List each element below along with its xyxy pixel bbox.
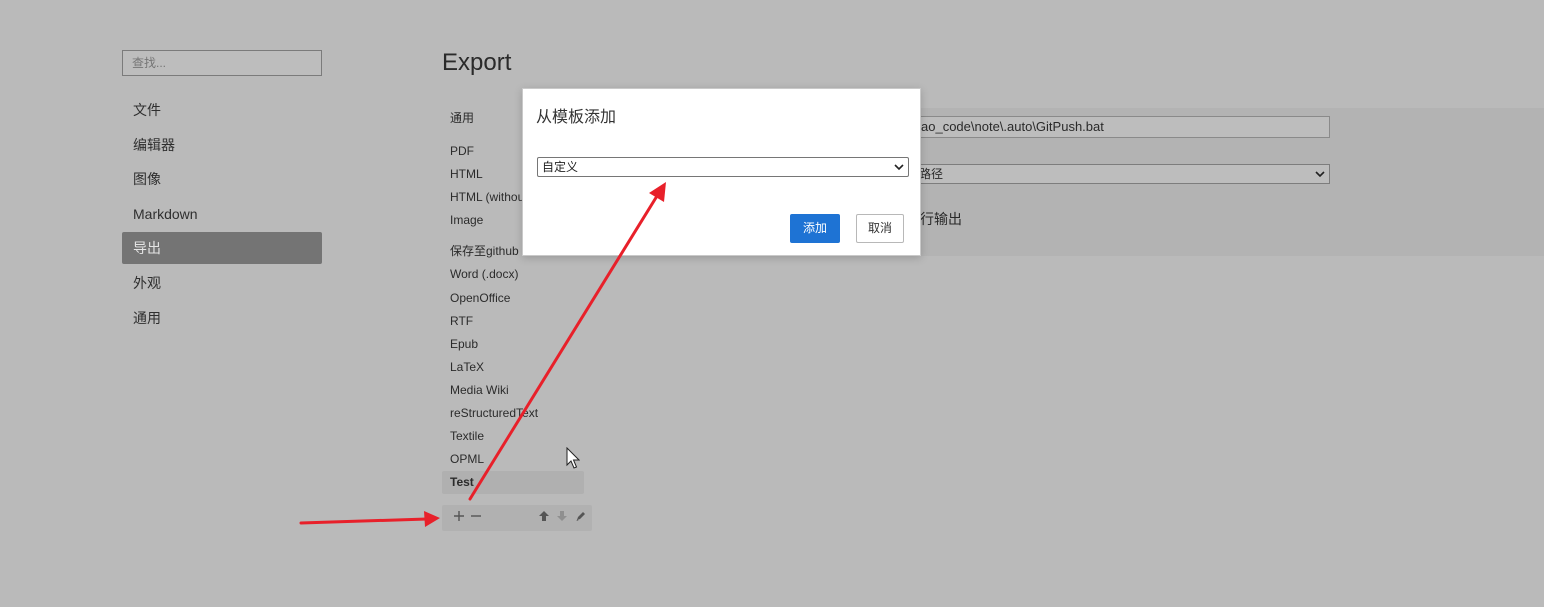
export-item-textile[interactable]: Textile (442, 425, 584, 448)
arrow-up-icon[interactable] (535, 508, 553, 528)
pencil-icon[interactable] (572, 508, 590, 528)
sidebar-item-general[interactable]: 通用 (122, 302, 322, 334)
page-title: Export (442, 49, 512, 76)
minus-icon[interactable] (467, 508, 485, 528)
detail-select-value: 路径 (919, 167, 944, 181)
template-select[interactable]: 自定义 (537, 157, 909, 177)
sidebar-item-file[interactable]: 文件 (122, 94, 322, 126)
export-item-rtf[interactable]: RTF (442, 310, 584, 333)
export-item-latex[interactable]: LaTeX (442, 356, 584, 379)
mouse-cursor-icon (566, 447, 580, 469)
arrow-down-icon[interactable] (553, 508, 571, 528)
export-item-mediawiki[interactable]: Media Wiki (442, 379, 584, 402)
command-path-field[interactable]: ao_code\note\.auto\GitPush.bat (912, 116, 1330, 138)
chevron-down-icon (894, 164, 904, 171)
export-item-test[interactable]: Test (442, 471, 584, 495)
output-option-label: 行输出 (920, 211, 962, 227)
export-item-opml[interactable]: OPML (442, 448, 584, 471)
dialog-title: 从模板添加 (536, 109, 617, 126)
export-list-toolbar (442, 505, 592, 531)
sidebar-item-markdown[interactable]: Markdown (122, 198, 322, 230)
export-item-epub[interactable]: Epub (442, 333, 584, 356)
export-item-word[interactable]: Word (.docx) (442, 263, 584, 286)
template-select-value: 自定义 (542, 160, 579, 174)
export-item-openoffice[interactable]: OpenOffice (442, 287, 584, 310)
sidebar-item-image[interactable]: 图像 (122, 163, 322, 195)
settings-sidebar: 文件 编辑器 图像 Markdown 导出 外观 通用 (122, 94, 322, 336)
export-item-restructuredtext[interactable]: reStructuredText (442, 402, 584, 425)
sidebar-item-editor[interactable]: 编辑器 (122, 129, 322, 161)
chevron-down-icon (1315, 171, 1325, 178)
cancel-button[interactable]: 取消 (856, 214, 904, 243)
plus-icon[interactable] (450, 508, 468, 528)
sidebar-item-export[interactable]: 导出 (122, 232, 322, 265)
add-button[interactable]: 添加 (790, 214, 840, 243)
search-input[interactable] (122, 50, 322, 76)
add-from-template-dialog: 从模板添加 自定义 添加 取消 (522, 88, 921, 256)
sidebar-item-appearance[interactable]: 外观 (122, 267, 322, 299)
detail-option-select[interactable]: 路径 (912, 164, 1330, 184)
annotation-arrow-to-add-button (299, 511, 440, 527)
